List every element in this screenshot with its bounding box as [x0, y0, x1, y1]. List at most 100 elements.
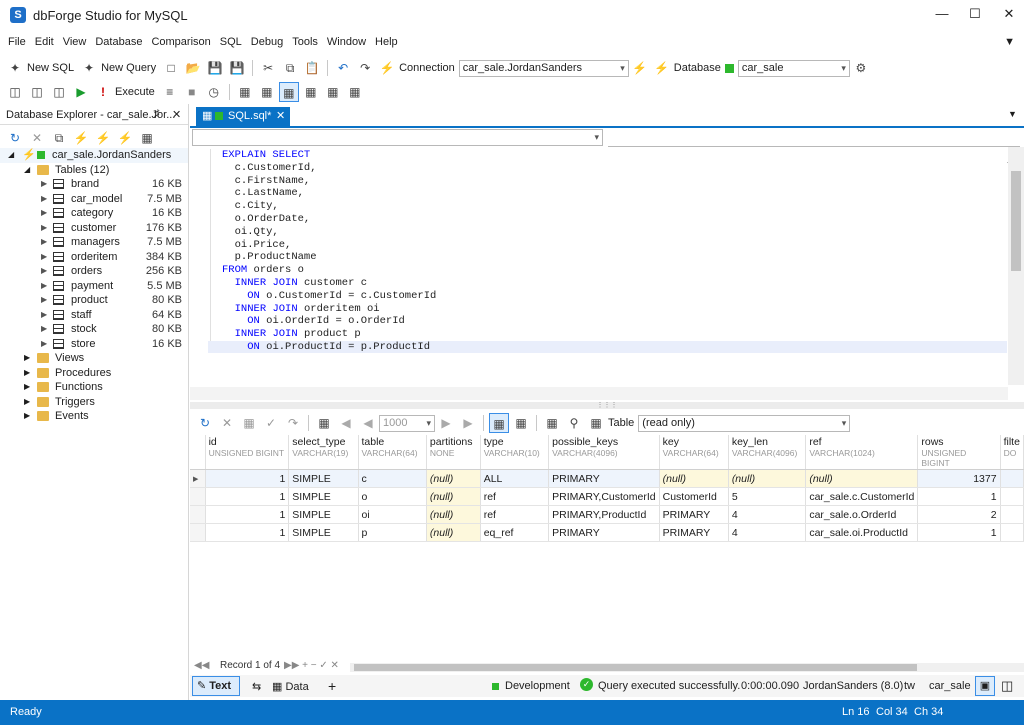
code-line[interactable]: c.LastName, — [222, 187, 436, 200]
code-line[interactable]: c.City, — [222, 200, 436, 213]
database-select[interactable]: car_sale — [737, 59, 850, 77]
plug-icon[interactable]: ⚡ — [630, 58, 650, 78]
image-icon[interactable]: ▦ — [323, 82, 343, 102]
disconnect-icon[interactable]: ⚡ — [115, 128, 135, 148]
card-mode-icon[interactable]: ▦ — [511, 413, 531, 433]
data-tab[interactable]: ▦ Data — [272, 680, 309, 693]
grid-mode-icon[interactable]: ▦ — [489, 413, 509, 433]
scroll-thumb[interactable] — [354, 664, 917, 671]
code-line[interactable]: FROM orders o — [222, 264, 436, 277]
layout-bottom-icon[interactable]: ▣ — [975, 676, 995, 696]
expand-icon[interactable]: ▶ — [41, 235, 47, 250]
grid-cell[interactable]: PRIMARY,CustomerId — [548, 487, 660, 506]
new-query-button[interactable]: New Query — [101, 62, 156, 74]
code-line[interactable]: p.ProductName — [222, 251, 436, 264]
grid-cell[interactable]: 1377 — [917, 469, 1001, 488]
menu-sql[interactable]: SQL — [220, 36, 242, 48]
expand-icon[interactable]: ▶ — [41, 206, 47, 221]
tree-folder-item[interactable]: ▶ Triggers — [0, 395, 189, 410]
grid-cell[interactable]: 1 — [917, 487, 1001, 506]
delete-icon[interactable]: ✕ — [27, 128, 47, 148]
next-page-icon[interactable]: ▶ — [436, 413, 456, 433]
column-header[interactable]: type VARCHAR(10) — [480, 435, 550, 470]
expand-icon[interactable]: ▶ — [41, 177, 47, 192]
code-line[interactable]: INNER JOIN product p — [222, 328, 436, 341]
tab-sql[interactable]: ▦ SQL.sql* ✕ — [196, 107, 290, 126]
menu-view[interactable]: View — [63, 36, 87, 48]
expand-icon[interactable]: ▶ — [41, 279, 47, 294]
code-line[interactable]: ON oi.OrderId = o.OrderId — [222, 315, 436, 328]
code-line[interactable]: oi.Price, — [222, 239, 436, 252]
menu-debug[interactable]: Debug — [251, 36, 283, 48]
execute-button[interactable]: Execute — [115, 86, 155, 98]
stop-icon[interactable]: ■ — [182, 82, 202, 102]
tree-folder-item[interactable]: ▶ Functions — [0, 380, 189, 395]
menu-comparison[interactable]: Comparison — [151, 36, 210, 48]
grid-cell[interactable]: 5 — [728, 487, 807, 506]
grid-cell[interactable]: 1 — [205, 505, 290, 524]
tree-table-item[interactable]: ▶ stock 80 KB — [0, 322, 189, 337]
grid-cell[interactable]: 4 — [728, 523, 807, 542]
column-header[interactable]: rows UNSIGNED BIGINT — [917, 435, 1001, 470]
column-header[interactable]: partitions NONE — [426, 435, 481, 470]
menu-overflow-icon[interactable]: ▼ — [1004, 36, 1015, 48]
grid-cell[interactable]: PRIMARY,ProductId — [548, 505, 660, 524]
grid-cell[interactable]: ref — [480, 505, 550, 524]
tab-list-icon[interactable]: ▼ — [1008, 109, 1017, 119]
nav-first-icon[interactable]: ◀◀ — [194, 660, 209, 671]
minimize-button[interactable]: — — [927, 4, 957, 24]
grid-cell[interactable] — [1000, 505, 1024, 524]
code-line[interactable]: c.FirstName, — [222, 175, 436, 188]
column-header[interactable]: ref VARCHAR(1024) — [805, 435, 919, 470]
tree-tables[interactable]: ◢ Tables (12) — [0, 163, 189, 178]
copy-icon[interactable]: ⧉ — [280, 58, 300, 78]
first-page-icon[interactable]: ◀ — [336, 413, 356, 433]
row-header[interactable] — [190, 505, 206, 524]
delete-icon[interactable]: ✕ — [217, 413, 237, 433]
grid-cell[interactable]: car_sale.o.OrderId — [805, 505, 919, 524]
disconnect-icon[interactable]: ⚡ — [652, 58, 672, 78]
editor-hscrollbar[interactable] — [190, 387, 1008, 400]
expand-icon[interactable]: ▶ — [24, 395, 30, 410]
tree-table-item[interactable]: ▶ category 16 KB — [0, 206, 189, 221]
code-line[interactable]: INNER JOIN customer c — [222, 277, 436, 290]
grid-cell[interactable]: PRIMARY — [659, 523, 729, 542]
tree-table-item[interactable]: ▶ product 80 KB — [0, 293, 189, 308]
search-icon[interactable]: ⚲ — [564, 413, 584, 433]
tree-table-item[interactable]: ▶ customer 176 KB — [0, 221, 189, 236]
grid-cell[interactable]: (null) — [426, 523, 481, 542]
tree-table-item[interactable]: ▶ brand 16 KB — [0, 177, 189, 192]
nav-buttons-icon[interactable]: ▶▶ + − ✓ ✕ — [284, 660, 339, 671]
table-row[interactable]: ▶ 1 SIMPLE c (null) ALL PRIMARY (null) (null) (nu… — [190, 469, 1024, 488]
code-line[interactable]: ON o.CustomerId = c.CustomerId — [222, 290, 436, 303]
grid-cell[interactable]: CustomerId — [659, 487, 729, 506]
grid-view-icon[interactable]: ▦ — [301, 82, 321, 102]
swap-icon[interactable]: ⇆ — [252, 680, 261, 693]
expand-icon[interactable]: ▶ — [24, 380, 30, 395]
grid-cell[interactable]: oi — [358, 505, 427, 524]
menu-file[interactable]: File — [8, 36, 26, 48]
grid-cell[interactable]: car_sale.c.CustomerId — [805, 487, 919, 506]
format-icon[interactable]: ▦ — [345, 82, 365, 102]
grid-cell[interactable]: SIMPLE — [288, 505, 359, 524]
column-header[interactable]: table VARCHAR(64) — [358, 435, 427, 470]
grid-cell[interactable]: (null) — [426, 505, 481, 524]
grid-cell[interactable]: c — [358, 469, 427, 488]
columns-icon[interactable]: ▦ — [542, 413, 562, 433]
grid-cell[interactable]: 1 — [205, 469, 290, 488]
menu-tools[interactable]: Tools — [292, 36, 318, 48]
toolbar-settings-icon[interactable]: ⚙ — [851, 58, 871, 78]
close-button[interactable]: ✕ — [994, 4, 1024, 24]
layout-toggle-icon[interactable]: ▦ — [278, 82, 299, 102]
menu-database[interactable]: Database — [95, 36, 142, 48]
undo-icon[interactable]: ↶ — [333, 58, 353, 78]
code-line[interactable]: INNER JOIN orderitem oi — [222, 303, 436, 316]
column-header[interactable]: key_len VARCHAR(4096) — [728, 435, 807, 470]
table-row[interactable]: 1 SIMPLE o (null) ref PRIMARY,CustomerId Custo… — [190, 487, 1024, 506]
column-header[interactable]: id UNSIGNED BIGINT — [205, 435, 290, 470]
expand-icon[interactable]: ▶ — [41, 250, 47, 265]
expand-icon[interactable]: ▶ — [41, 293, 47, 308]
explain-icon[interactable]: ▦ — [235, 82, 255, 102]
code-line[interactable]: oi.Qty, — [222, 226, 436, 239]
grid-cell[interactable]: (null) — [805, 469, 919, 488]
